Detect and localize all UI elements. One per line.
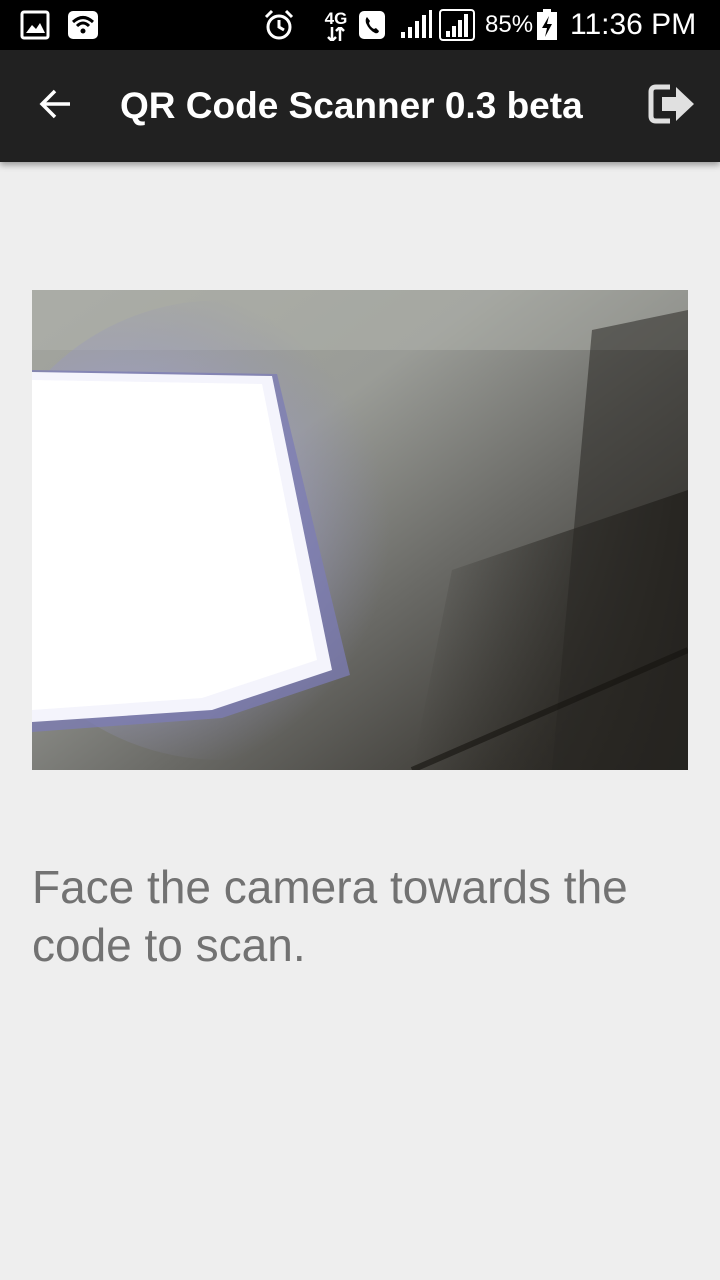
back-button[interactable]: [24, 78, 88, 134]
call-icon: [356, 0, 388, 50]
signal-icon-sim2: [438, 0, 476, 50]
network-type-label: 4G: [324, 8, 348, 28]
wifi-icon: [64, 0, 102, 50]
exit-app-icon: [648, 83, 696, 130]
battery-percent: 85%: [485, 11, 534, 38]
arrow-back-icon: [38, 86, 74, 127]
app-bar: QR Code Scanner 0.3 beta: [0, 50, 720, 162]
4g-data-icon: 4G: [318, 0, 354, 50]
signal-icon-sim1: [398, 0, 434, 50]
battery-charging-icon: [534, 0, 560, 50]
instruction-text: Face the camera towards the code to scan…: [32, 861, 628, 971]
camera-feed-image: [32, 290, 688, 770]
status-time: 11:36 PM: [570, 8, 697, 41]
gallery-notification-icon: [18, 0, 52, 50]
alarm-icon: [260, 0, 298, 50]
app-title: QR Code Scanner 0.3 beta: [120, 85, 583, 126]
status-bar: 4G 85% 11:36 PM: [0, 0, 720, 50]
camera-preview[interactable]: [32, 290, 688, 770]
exit-button[interactable]: [636, 78, 708, 134]
